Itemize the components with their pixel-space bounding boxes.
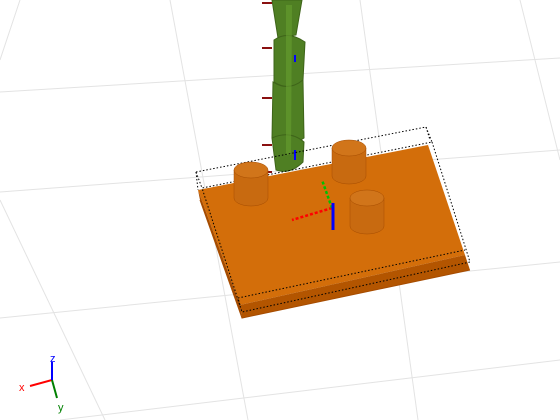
robot-link-highlight [286, 5, 292, 155]
cylinder-left[interactable] [233, 161, 269, 207]
scene-canvas[interactable]: x y z [0, 0, 560, 420]
orientation-y-axis [51, 379, 58, 399]
cylinder-back[interactable] [331, 139, 367, 185]
orientation-z-label: z [50, 353, 56, 365]
orientation-x-label: x [19, 382, 25, 394]
cylinder-right[interactable] [349, 189, 385, 235]
robot-arm[interactable] [262, 0, 306, 173]
orientation-x-axis [29, 379, 53, 387]
orientation-axes: x y z [19, 353, 64, 414]
orientation-y-label: y [58, 402, 64, 414]
3d-viewport[interactable]: x y z [0, 0, 560, 420]
